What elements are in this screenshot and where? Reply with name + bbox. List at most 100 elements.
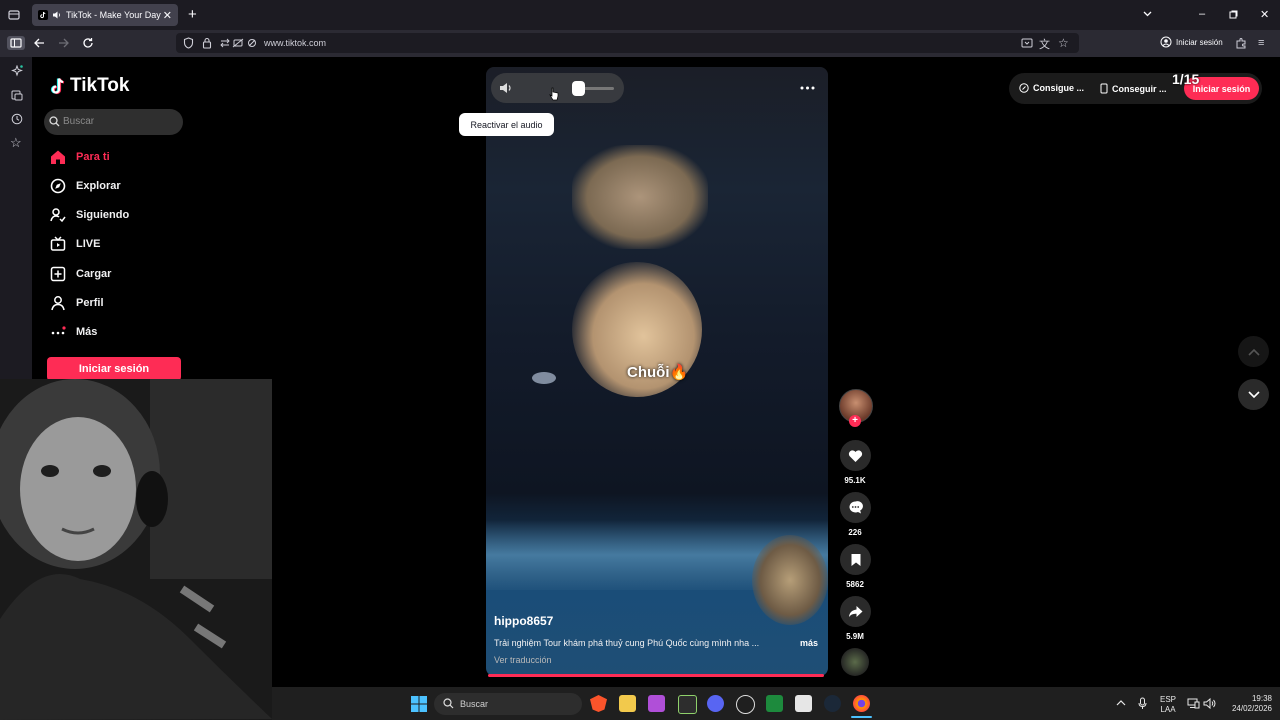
share-count: 5.9M [846,632,864,641]
upload-icon [48,264,68,284]
close-window-icon[interactable]: ✕ [1260,8,1269,21]
notes-app-icon[interactable] [678,695,697,714]
terminal-icon[interactable] [766,695,783,712]
translate-link[interactable]: Ver traducción [494,655,552,665]
menu-hamburger-icon[interactable]: ≡ [1258,37,1264,49]
jellyfish-image [572,145,708,249]
synced-tabs-icon[interactable] [11,89,23,101]
logo-text: TikTok [70,75,130,96]
music-disc-icon[interactable] [841,648,869,676]
bookmark-star-icon[interactable]: ☆ [1058,36,1069,50]
video-description: Trải nghiệm Tour khám phá thuỷ cung Phú … [494,638,760,648]
heart-icon [848,449,863,462]
webcam-person-image [0,379,272,720]
home-icon [48,147,68,167]
phone-icon [1100,83,1108,94]
login-button[interactable]: Iniciar sesión [47,357,181,381]
nav-item-explorar[interactable]: Explorar [48,174,121,198]
sidebar-toggle-icon[interactable] [7,36,25,50]
firefox-icon[interactable] [853,695,870,712]
reload-icon[interactable] [82,37,94,49]
tracking-shield-icon[interactable] [183,37,194,49]
like-count: 95.1K [844,476,866,485]
nav-item-cargar[interactable]: Cargar [48,262,111,286]
volume-slider-thumb[interactable] [572,81,585,96]
list-all-tabs-icon[interactable] [1142,8,1153,19]
account-button[interactable]: Iniciar sesión [1160,36,1223,48]
nav-label: Más [76,326,98,338]
nav-item-mas[interactable]: Más [48,320,97,344]
close-tab-icon[interactable]: ✕ [163,9,172,22]
bookmarks-icon[interactable]: ☆ [10,135,22,151]
taskbar-search[interactable] [434,693,582,715]
minimize-icon[interactable]: – [1199,8,1205,20]
nav-label: Cargar [76,268,112,280]
live-tv-icon [48,234,68,254]
bookmark-icon [851,553,860,566]
tab-overview-icon[interactable] [8,9,20,21]
get-coins-button[interactable]: Consigue ... [1019,83,1084,93]
share-button[interactable] [840,596,871,627]
url-text: www.tiktok.com [264,38,327,48]
comment-button[interactable] [840,492,871,523]
volume-icon[interactable] [1203,698,1216,709]
microphone-icon[interactable] [1138,697,1147,710]
follow-plus-icon[interactable]: + [849,415,861,427]
previous-video-button[interactable] [1238,336,1269,367]
comment-count: 226 [848,528,862,537]
nav-item-live[interactable]: LIVE [48,232,100,256]
tray-chevron-up-icon[interactable] [1116,699,1126,707]
account-icon [1160,36,1172,48]
nav-label: Para ti [76,151,110,163]
like-button[interactable] [840,440,871,471]
keyboard-language[interactable]: ESP LAA [1158,695,1178,715]
steam-icon[interactable] [824,695,841,712]
nav-item-para-ti[interactable]: Para ti [48,145,110,169]
video-author[interactable]: hippo8657 [494,614,553,628]
github-desktop-icon[interactable] [736,695,755,714]
forward-icon[interactable] [58,37,70,49]
video-overlay-caption: Chuỗi🔥 [627,364,689,381]
media-app-icon[interactable] [795,695,812,712]
speaker-icon[interactable] [52,10,62,20]
extensions-icon[interactable] [1235,37,1247,49]
save-to-pocket-icon[interactable] [1021,37,1033,49]
muted-speaker-icon[interactable] [499,81,514,95]
nav-item-perfil[interactable]: Perfil [48,291,104,315]
search-icon [49,116,60,127]
chevron-up-icon [1247,348,1260,356]
chevron-down-icon [1247,390,1260,398]
nav-label: Explorar [76,180,121,192]
more-options-icon[interactable] [800,82,815,94]
browser-tab-tiktok[interactable]: TikTok - Make Your Day ✕ [32,4,178,26]
back-icon[interactable] [33,37,45,49]
ai-chatbot-icon[interactable] [11,65,23,77]
windows-start-icon[interactable] [411,696,427,712]
nav-label: Perfil [76,297,104,309]
nav-item-siguiendo[interactable]: Siguiendo [48,203,129,227]
clock-time: 19:38 [1251,694,1272,703]
permissions-icon[interactable] [220,38,260,48]
new-tab-icon[interactable]: + [188,6,197,23]
history-icon[interactable] [11,113,23,125]
show-more-link[interactable]: más [800,638,818,648]
comment-icon [849,501,863,514]
lang-top: ESP [1159,695,1176,704]
network-icon[interactable] [1187,698,1200,709]
next-video-button[interactable] [1238,379,1269,410]
file-explorer-icon[interactable] [619,695,636,712]
save-button[interactable] [840,544,871,575]
maximize-icon[interactable] [1229,10,1238,19]
nav-label: LIVE [76,238,101,250]
coin-icon [1019,83,1029,93]
clock[interactable]: 19:38 24/02/2026 [1222,694,1272,714]
taskbar-search-icon [443,698,454,709]
discord-icon[interactable] [707,695,724,712]
translate-icon[interactable]: 文 [1039,36,1050,52]
following-icon [48,205,68,225]
lock-icon[interactable] [202,37,212,49]
video-progress-bar[interactable] [488,674,824,677]
get-app-button[interactable]: Conseguir ... [1100,83,1167,94]
app-store-icon[interactable] [648,695,665,712]
tiktok-logo[interactable]: TikTok [50,75,129,97]
